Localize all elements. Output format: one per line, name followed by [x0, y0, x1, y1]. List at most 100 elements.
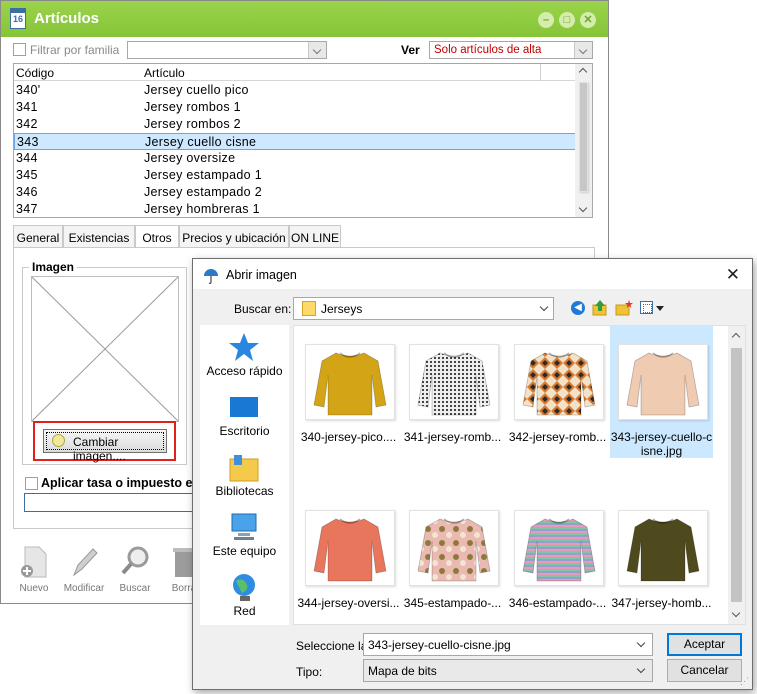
file-type-select[interactable]: Mapa de bits [363, 659, 653, 682]
sweater-thumbnail [409, 510, 499, 586]
file-item[interactable]: 347-jersey-homb... [610, 492, 713, 624]
column-header-articulo[interactable]: Artículo [144, 66, 185, 80]
tax-checkbox[interactable] [25, 477, 38, 490]
new-button[interactable]: Nuevo [11, 537, 57, 599]
row-article: Jersey estampado 1 [144, 168, 262, 182]
chevron-down-icon[interactable] [636, 638, 646, 648]
file-item[interactable]: 344-jersey-oversi... [297, 492, 400, 624]
scroll-down-icon[interactable] [578, 203, 588, 213]
row-code: 347 [16, 202, 38, 216]
article-list[interactable]: Código Artículo 340' Jersey cuello pico 34… [13, 63, 593, 218]
star-icon [229, 333, 259, 361]
table-row[interactable]: 346 Jersey estampado 2 [14, 184, 576, 201]
change-image-button[interactable]: Cambiar imagen.... [43, 429, 167, 463]
folder-icon [302, 301, 316, 316]
file-item[interactable]: 345-estampado-... [401, 492, 504, 624]
table-row[interactable]: 341 Jersey rombos 1 [14, 99, 576, 116]
place-label: Red [233, 604, 256, 618]
tab-general[interactable]: General [13, 225, 63, 248]
table-row[interactable]: 345 Jersey estampado 1 [14, 167, 576, 184]
file-item[interactable]: 340-jersey-pico.... [297, 326, 400, 458]
place-network[interactable]: Red [200, 571, 289, 625]
back-arrow-icon[interactable]: ◀ [571, 301, 585, 315]
table-row[interactable]: 340' Jersey cuello pico [14, 82, 576, 99]
list-header: Código Artículo [14, 64, 576, 81]
scroll-up-icon[interactable] [578, 67, 588, 77]
row-article: Jersey oversize [144, 151, 236, 165]
row-code: 342 [16, 117, 38, 131]
file-scrollbar[interactable] [728, 326, 745, 624]
place-label: Bibliotecas [215, 484, 274, 498]
tab-precios-ubicacion[interactable]: Precios y ubicación [179, 225, 289, 248]
scroll-thumb[interactable] [731, 348, 742, 602]
file-list[interactable]: 340-jersey-pico.... 341-jersey-romb... 342… [293, 325, 746, 625]
file-item[interactable]: 341-jersey-romb... [401, 326, 504, 458]
file-name: 347-jersey-homb... [611, 596, 712, 610]
image-icon [52, 434, 65, 447]
file-type-label: Tipo: [296, 665, 323, 679]
open-image-dialog: Abrir imagen ✕ Buscar en: Jerseys ◀ Acce… [192, 258, 753, 690]
sweater-thumbnail [618, 510, 708, 586]
place-desktop[interactable]: Escritorio [200, 391, 289, 445]
title-bar[interactable]: 16 Artículos – □ ✕ [1, 1, 608, 37]
modify-button[interactable]: Modificar [61, 537, 107, 599]
look-in-select[interactable]: Jerseys [293, 297, 554, 320]
search-button[interactable]: Buscar [112, 537, 158, 599]
search-icon [121, 546, 149, 575]
place-this-pc[interactable]: Este equipo [200, 511, 289, 565]
row-code: 340' [16, 83, 41, 97]
new-folder-icon[interactable] [615, 299, 633, 317]
globe-network-icon [233, 574, 255, 601]
row-code: 346 [16, 185, 38, 199]
table-row[interactable]: 344 Jersey oversize [14, 150, 576, 167]
sweater-thumbnail [514, 344, 604, 420]
chevron-down-icon [308, 42, 326, 58]
sweater-thumbnail [618, 344, 708, 420]
row-article: Jersey cuello cisne [145, 135, 257, 149]
family-select[interactable] [127, 41, 327, 59]
tab-existencias[interactable]: Existencias [63, 225, 135, 248]
file-item[interactable]: 343-jersey-cuello-cisne.jpg [610, 326, 713, 458]
minimize-icon[interactable]: – [538, 12, 554, 28]
scroll-thumb[interactable] [579, 82, 588, 192]
up-folder-icon[interactable] [592, 299, 608, 317]
filename-input[interactable]: 343-jersey-cuello-cisne.jpg [363, 633, 653, 656]
filter-family-checkbox[interactable] [13, 43, 26, 56]
resize-grip-icon[interactable]: ⋰ [740, 676, 749, 687]
new-document-icon [21, 546, 47, 578]
dropdown-arrow-icon[interactable] [656, 306, 664, 311]
dialog-title-bar[interactable]: Abrir imagen ✕ [193, 259, 752, 289]
change-image-label: Cambiar imagen.... [73, 435, 126, 463]
view-menu-icon[interactable] [640, 301, 653, 314]
accept-button[interactable]: Aceptar [667, 633, 742, 656]
table-row[interactable]: 343 Jersey cuello cisne [14, 133, 576, 150]
scroll-up-icon[interactable] [731, 332, 741, 342]
table-row[interactable]: 342 Jersey rombos 2 [14, 116, 576, 133]
ver-select[interactable]: Solo artículos de alta [429, 41, 593, 59]
table-row[interactable]: 347 Jersey hombreras 1 [14, 201, 576, 217]
row-code: 341 [16, 100, 38, 114]
scroll-down-icon[interactable] [731, 608, 741, 618]
column-header-codigo[interactable]: Código [16, 66, 54, 80]
cancel-button[interactable]: Cancelar [667, 659, 742, 682]
tab-online[interactable]: ON LINE [289, 225, 341, 248]
window-title: Artículos [34, 10, 100, 27]
row-article: Jersey rombos 1 [144, 100, 241, 114]
file-item[interactable]: 346-estampado-... [506, 492, 609, 624]
column-separator [540, 64, 541, 81]
tax-input[interactable] [24, 493, 199, 512]
list-scrollbar[interactable] [575, 64, 592, 217]
file-name: 340-jersey-pico.... [300, 430, 397, 444]
sweater-thumbnail [305, 510, 395, 586]
close-icon[interactable]: ✕ [726, 265, 740, 285]
close-icon[interactable]: ✕ [580, 12, 596, 28]
place-libraries[interactable]: Bibliotecas [200, 451, 289, 505]
sweater-thumbnail [409, 344, 499, 420]
place-quick-access[interactable]: Acceso rápido [200, 331, 289, 385]
libraries-icon [229, 455, 259, 482]
ver-selected-value: Solo artículos de alta [434, 44, 542, 56]
maximize-icon[interactable]: □ [559, 12, 575, 28]
file-item[interactable]: 342-jersey-romb... [506, 326, 609, 458]
pencil-icon [72, 548, 98, 577]
tab-strip: General Existencias Otros Precios y ubic… [13, 225, 593, 250]
